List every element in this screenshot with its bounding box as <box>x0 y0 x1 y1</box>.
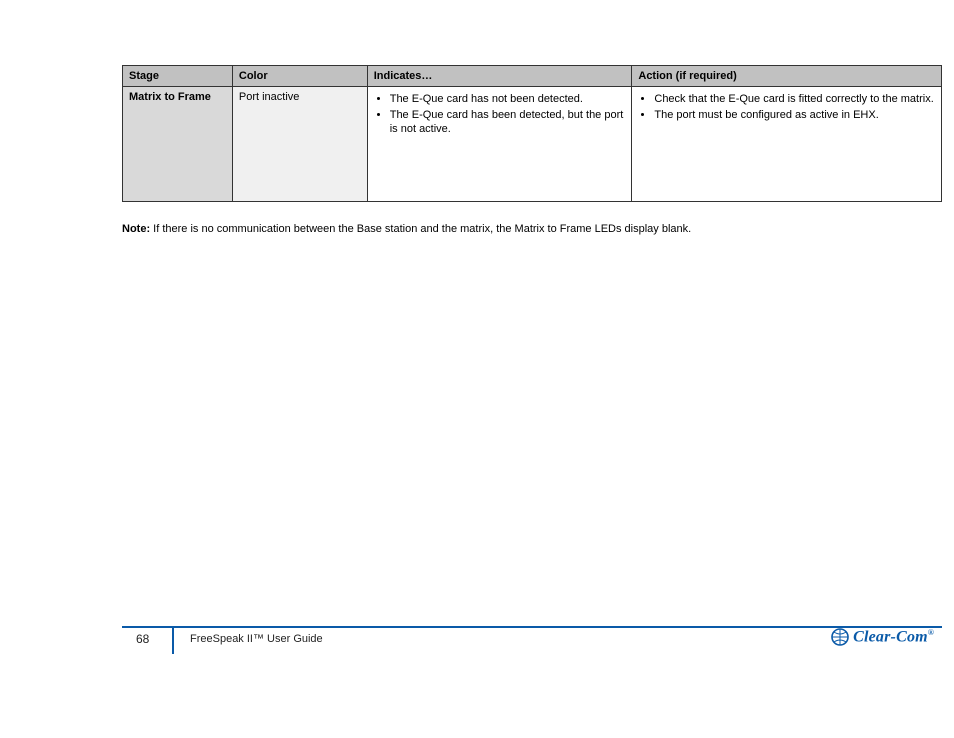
footer-text: FreeSpeak II™ User Guide <box>190 632 323 646</box>
cell-indicates: The E-Que card has not been detected. Th… <box>367 87 632 202</box>
registered-mark: ® <box>928 628 934 637</box>
cell-color: Port inactive <box>232 87 367 202</box>
brand-name: Clear-Com® <box>853 628 934 646</box>
cell-action: Check that the E-Que card is fitted corr… <box>632 87 942 202</box>
table-header-action: Action (if required) <box>632 66 942 87</box>
list-item: The E-Que card has been detected, but th… <box>390 109 626 137</box>
list-item: Check that the E-Que card is fitted corr… <box>654 93 935 107</box>
action-list: Check that the E-Que card is fitted corr… <box>638 93 935 123</box>
brand-name-text: Clear-Com <box>853 628 928 645</box>
list-item: The E-Que card has not been detected. <box>390 93 626 107</box>
note-label: Note: <box>122 223 150 235</box>
footer-rule <box>122 626 942 628</box>
cell-stage: Matrix to Frame <box>123 87 233 202</box>
globe-icon <box>831 628 849 646</box>
page-number: 68 <box>136 632 149 646</box>
indicates-list: The E-Que card has not been detected. Th… <box>374 93 626 136</box>
brand-logo: Clear-Com® <box>831 628 934 646</box>
note-block: Note: If there is no communication betwe… <box>122 222 942 237</box>
table-header-indicates: Indicates… <box>367 66 632 87</box>
table-header-stage: Stage <box>123 66 233 87</box>
table-header-color: Color <box>232 66 367 87</box>
document-page: Stage Color Indicates… Action (if requir… <box>0 0 954 738</box>
list-item: The port must be configured as active in… <box>654 109 935 123</box>
status-table: Stage Color Indicates… Action (if requir… <box>122 65 942 202</box>
footer-divider <box>172 626 174 654</box>
table-row: Matrix to Frame Port inactive The E-Que … <box>123 87 942 202</box>
table-header-row: Stage Color Indicates… Action (if requir… <box>123 66 942 87</box>
note-body: If there is no communication between the… <box>153 223 691 235</box>
footer-line-1: FreeSpeak II™ User Guide <box>190 632 323 646</box>
